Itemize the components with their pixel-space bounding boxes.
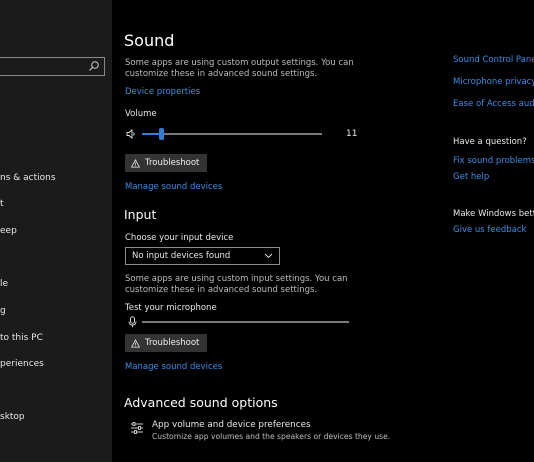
input-settings-notice: Some apps are using custom input setting… [125,274,348,295]
warning-icon [131,158,140,168]
ease-of-access-audio-link[interactable]: Ease of Access audio s [453,99,534,109]
sidebar-item-power-sleep[interactable]: eep [0,226,17,236]
chevron-down-icon [264,253,273,259]
microphone-level-meter [142,321,349,323]
warning-icon [131,338,140,348]
output-troubleshoot-button[interactable]: Troubleshoot [125,154,208,172]
have-a-question-heading: Have a question? [453,137,527,147]
speaker-icon[interactable] [126,129,136,139]
volume-value: 11 [346,129,358,139]
search-input[interactable] [0,57,105,76]
sidebar-item-tablet-mode[interactable]: le [0,279,8,289]
sound-control-panel-link[interactable]: Sound Control Panel [453,55,534,65]
input-device-dropdown[interactable]: No input devices found [125,247,280,265]
input-section-title: Input [124,207,157,222]
sidebar-item-shared-experiences[interactable]: periences [0,359,44,369]
sidebar-item-focus-assist[interactable]: t [0,199,4,209]
microphone-privacy-link[interactable]: Microphone privacy se [453,77,534,87]
sidebar-item-projecting[interactable]: to this PC [0,333,43,343]
input-manage-devices-link[interactable]: Manage sound devices [125,362,222,372]
advanced-section-title: Advanced sound options [124,395,278,410]
search-icon [89,61,99,71]
output-settings-notice: Some apps are using custom output settin… [125,58,354,79]
fix-sound-problems-link[interactable]: Fix sound problems [453,156,534,166]
sidebar-item-remote-desktop[interactable]: sktop [0,412,25,422]
device-properties-link[interactable]: Device properties [125,87,200,97]
page-title: Sound [124,31,175,50]
mixer-icon [131,422,143,434]
volume-thumb[interactable] [159,128,165,140]
volume-track [142,133,322,135]
input-troubleshoot-button[interactable]: Troubleshoot [125,334,208,352]
microphone-icon [128,316,137,328]
input-troubleshoot-label: Troubleshoot [145,338,200,348]
volume-label: Volume [125,109,157,119]
input-device-value: No input devices found [132,251,231,261]
test-microphone-label: Test your microphone [125,303,217,313]
sidebar-item-notifications[interactable]: ns & actions [0,173,56,183]
output-troubleshoot-label: Troubleshoot [145,158,200,168]
get-help-link[interactable]: Get help [453,172,489,182]
sidebar: ns & actions t eep le g to this PC perie… [0,0,112,462]
give-feedback-link[interactable]: Give us feedback [453,225,526,235]
output-manage-devices-link[interactable]: Manage sound devices [125,182,222,192]
input-device-label: Choose your input device [125,233,234,243]
make-windows-better-heading: Make Windows better [453,209,534,219]
app-volume-description: Customize app volumes and the speakers o… [152,432,391,441]
app-volume-title: App volume and device preferences [152,420,311,430]
sidebar-item-multitasking[interactable]: g [0,306,6,316]
